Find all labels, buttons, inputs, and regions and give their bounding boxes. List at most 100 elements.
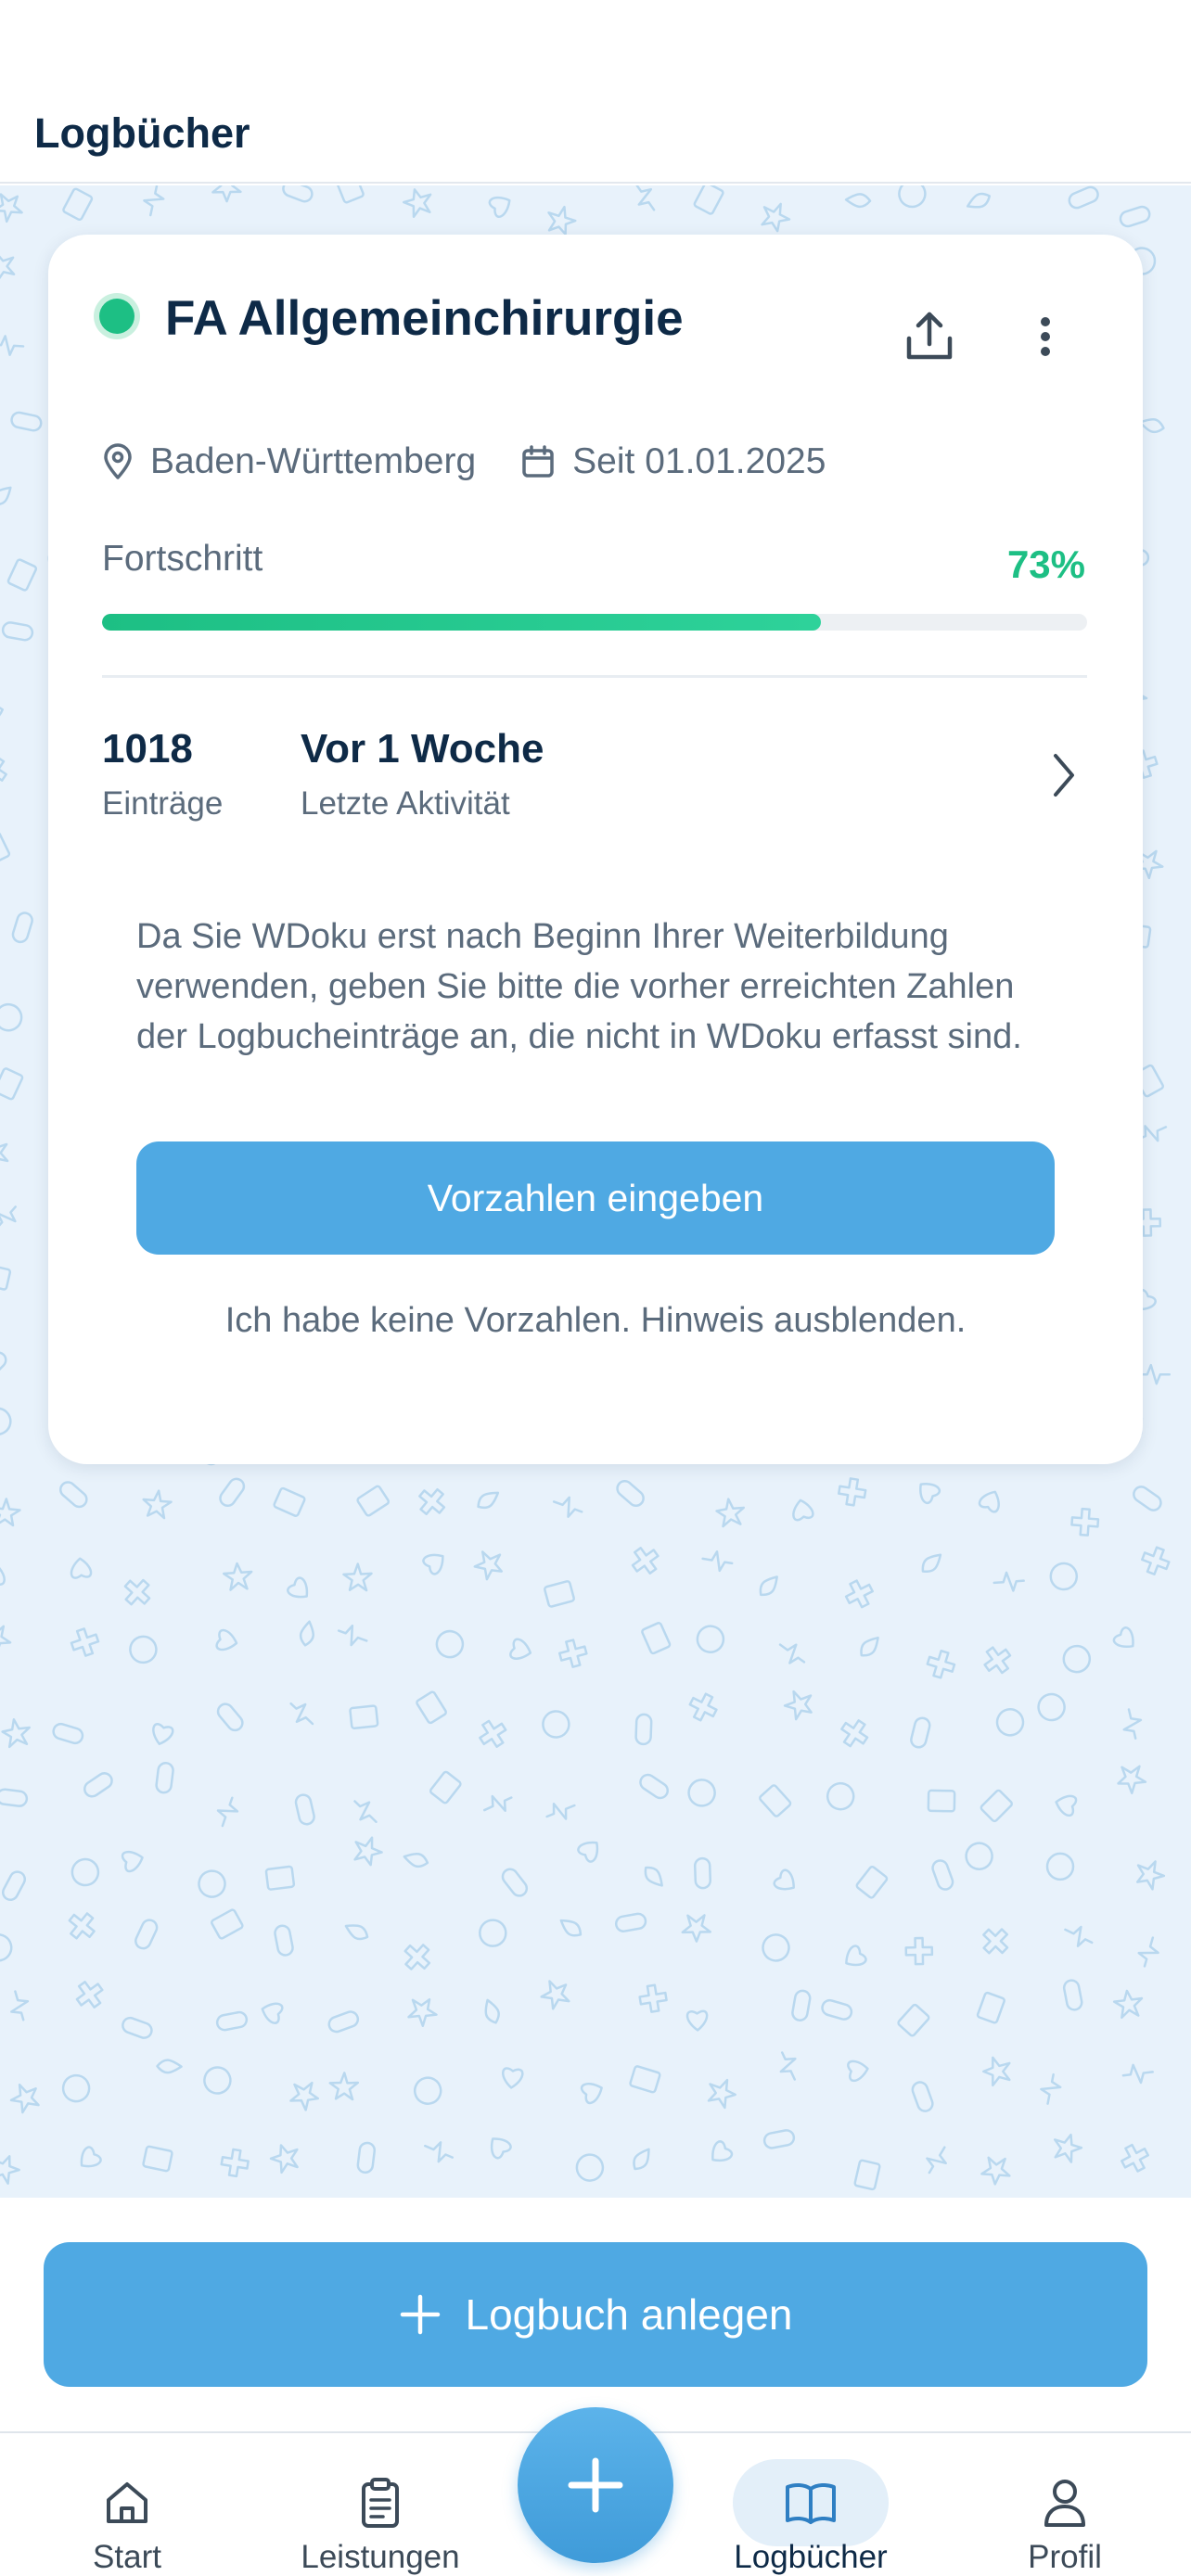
pattern-doodle — [0, 251, 16, 282]
pattern-doodle — [911, 2081, 934, 2112]
pattern-doodle — [416, 1690, 447, 1725]
tab-start[interactable]: Start — [25, 2433, 229, 2576]
pattern-doodle — [982, 1928, 1009, 1955]
pattern-doodle — [1068, 185, 1099, 210]
create-logbook-button[interactable]: Logbuch anlegen — [44, 2242, 1147, 2387]
entries-label: Einträge — [102, 785, 224, 822]
pattern-doodle — [540, 1980, 570, 2010]
pattern-doodle — [403, 1944, 431, 1970]
pattern-doodle — [483, 1794, 513, 1812]
pattern-doodle — [1141, 1546, 1171, 1575]
logbook-card: FA Allgemeinchirurgie Baden-Württemberg … — [48, 235, 1143, 1464]
pattern-doodle — [0, 1625, 12, 1654]
pattern-doodle — [287, 1576, 309, 1599]
pattern-doodle — [484, 1998, 500, 2024]
add-entry-fab[interactable] — [518, 2407, 673, 2563]
pattern-doodle — [0, 1002, 23, 1032]
tab-logbuecher[interactable]: Logbücher — [709, 2433, 913, 2576]
pattern-doodle — [633, 2148, 650, 2171]
pattern-doodle — [477, 1491, 500, 1510]
pattern-doodle — [0, 1407, 12, 1436]
pattern-doodle — [629, 2065, 661, 2094]
pattern-doodle — [983, 1646, 1012, 1675]
tab-logbuecher-icon-wrap — [733, 2459, 889, 2546]
pattern-doodle — [1138, 1363, 1172, 1385]
pattern-doodle — [335, 185, 365, 204]
pattern-doodle — [418, 1487, 446, 1516]
pattern-doodle — [61, 2073, 91, 2103]
pattern-doodle — [211, 185, 242, 203]
pattern-doodle — [353, 1800, 378, 1823]
pattern-doodle — [1070, 1507, 1100, 1537]
pattern-doodle — [759, 1784, 792, 1817]
pattern-doodle — [1053, 2133, 1083, 2163]
pattern-doodle — [0, 705, 4, 721]
pattern-doodle — [685, 2009, 709, 2032]
pattern-doodle — [897, 2003, 930, 2037]
pattern-doodle — [215, 1628, 238, 1651]
logbook-stats-row[interactable]: 1018 Einträge Vor 1 Woche Letzte Aktivit… — [102, 726, 1087, 856]
pattern-doodle — [356, 1485, 391, 1517]
pattern-doodle — [707, 2078, 736, 2110]
pattern-doodle — [1, 1718, 31, 1749]
enter-prior-counts-button[interactable]: Vorzahlen eingeben — [136, 1141, 1055, 1255]
plus-icon — [400, 2294, 440, 2335]
pattern-doodle — [134, 1919, 159, 1950]
pattern-doodle — [995, 1708, 1025, 1737]
pattern-doodle — [299, 1620, 314, 1647]
pattern-doodle — [121, 1850, 144, 1873]
pattern-doodle — [965, 1842, 993, 1870]
clipboard-icon — [362, 2478, 399, 2528]
tab-profil[interactable]: Profil — [963, 2433, 1167, 2576]
pattern-doodle — [289, 2081, 319, 2111]
pattern-doodle — [616, 1480, 645, 1507]
pattern-doodle — [926, 1649, 956, 1679]
pattern-doodle — [403, 188, 432, 218]
top-header: Logbücher — [0, 0, 1191, 184]
pattern-doodle — [557, 1639, 588, 1668]
pattern-doodle — [966, 192, 992, 209]
pattern-doodle — [1055, 1794, 1078, 1817]
pattern-doodle — [845, 1945, 867, 1967]
pattern-doodle — [696, 1625, 725, 1653]
active-status-indicator — [99, 299, 134, 334]
last-activity-stat: Vor 1 Woche Letzte Aktivität — [301, 726, 544, 823]
page-title: Logbücher — [34, 109, 250, 157]
pattern-doodle — [639, 1773, 669, 1800]
pattern-doodle — [614, 1912, 647, 1932]
share-button[interactable] — [892, 300, 967, 374]
pattern-doodle — [791, 1989, 812, 2021]
pattern-doodle — [1121, 2063, 1154, 2085]
more-options-button[interactable] — [1013, 300, 1078, 374]
pattern-doodle — [898, 185, 927, 209]
start-date-text: Seit 01.01.2025 — [572, 441, 826, 481]
pattern-doodle — [0, 486, 12, 506]
pattern-doodle — [473, 1550, 504, 1581]
pattern-doodle — [337, 1624, 368, 1647]
tab-leistungen-icon-wrap — [302, 2459, 458, 2546]
progress-bar — [102, 614, 1087, 631]
dismiss-notice-link[interactable]: Ich habe keine Vorzahlen. Hinweis ausble… — [96, 1301, 1095, 1341]
pattern-doodle — [435, 1629, 465, 1659]
tab-profil-icon-wrap — [987, 2459, 1143, 2546]
pattern-doodle — [693, 1856, 712, 1890]
pattern-doodle — [0, 1205, 17, 1231]
home-icon — [107, 2482, 147, 2523]
logbook-meta: Baden-Württemberg Seit 01.01.2025 — [102, 434, 870, 490]
calendar-icon — [522, 445, 554, 478]
pattern-doodle — [779, 2051, 797, 2081]
pattern-doodle — [821, 1998, 853, 2021]
pattern-doodle — [1133, 1486, 1162, 1511]
pattern-doodle — [931, 1859, 954, 1891]
tab-leistungen[interactable]: Leistungen — [278, 2433, 482, 2576]
pattern-doodle — [502, 2067, 524, 2089]
pattern-doodle — [273, 1486, 306, 1517]
pattern-doodle — [152, 1723, 174, 1745]
pattern-doodle — [1, 621, 34, 642]
pattern-doodle — [211, 1908, 244, 1940]
pattern-doodle — [577, 1841, 599, 1863]
pattern-doodle — [328, 2072, 360, 2101]
pattern-doodle — [693, 185, 724, 215]
pattern-doodle — [0, 335, 25, 356]
pattern-doodle — [559, 1919, 583, 1937]
